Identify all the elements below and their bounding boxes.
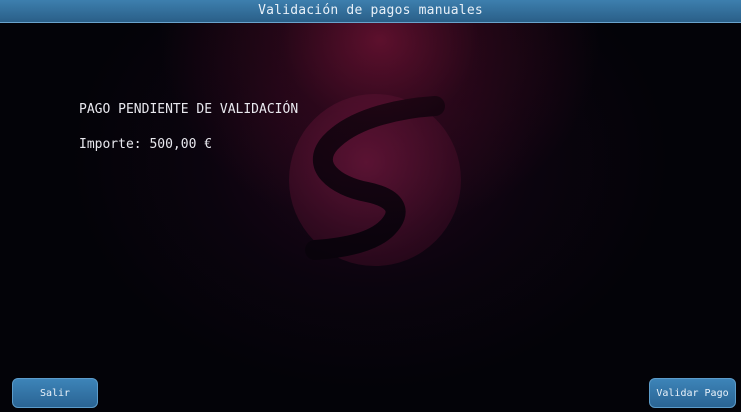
window-title: Validación de pagos manuales (258, 3, 483, 18)
payment-status-text: PAGO PENDIENTE DE VALIDACIÓN (79, 102, 299, 117)
exit-button[interactable]: Salir (12, 378, 98, 408)
payment-validation-screen: Validación de pagos manuales PAGO PENDIE… (0, 0, 741, 412)
validate-payment-button[interactable]: Validar Pago (649, 378, 736, 408)
payment-amount-text: Importe: 500,00 € (79, 137, 213, 152)
window-title-bar: Validación de pagos manuales (0, 0, 741, 23)
s-logo-icon (289, 94, 461, 266)
